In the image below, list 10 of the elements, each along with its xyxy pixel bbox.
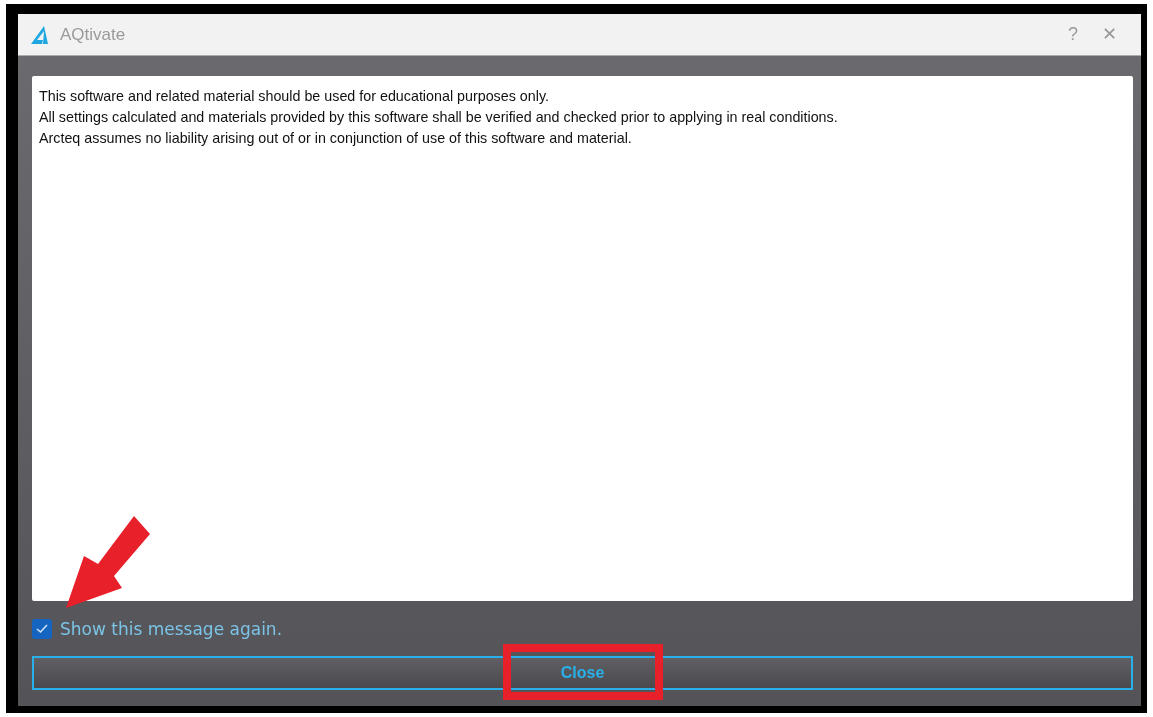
checkbox[interactable] [32,619,52,640]
checkbox-label: Show this message again. [60,617,283,641]
help-button[interactable]: ? [1056,21,1090,48]
close-button[interactable]: ✕ [1090,21,1129,48]
message-text: This software and related material should be used for educational purposes only. [39,87,550,106]
message-text: Arcteq assumes no liability arising out of or in conjunction of use of this software and material. [39,129,633,148]
checkmark-icon [36,624,48,635]
message-text: All settings calculated and materials provided by this software shall be verified and checked prior to applying in real conditions. [39,108,839,127]
window-title: AQtivate [60,23,126,46]
close-dialog-button[interactable]: Close [32,656,1133,690]
